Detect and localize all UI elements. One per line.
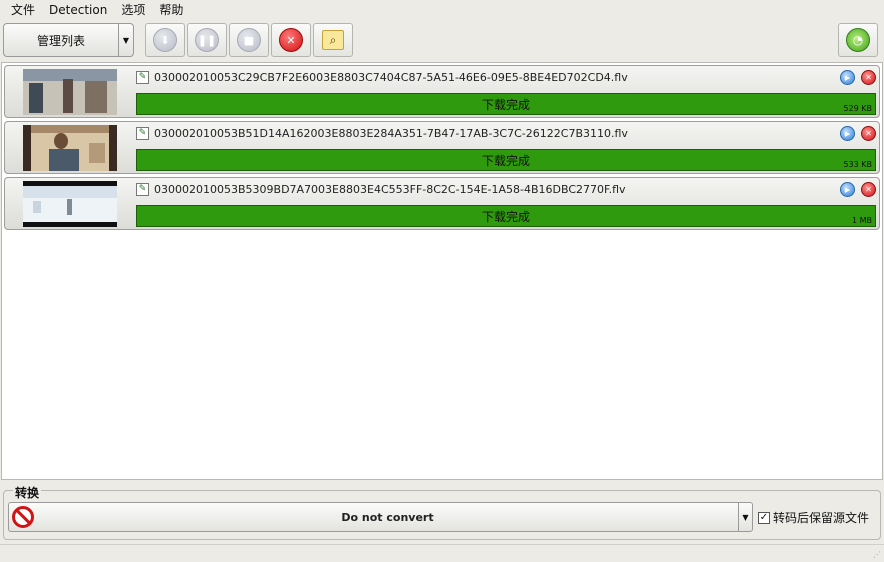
edit-icon[interactable]: ✎ — [136, 71, 149, 84]
file-name: 030002010053C29CB7F2E6003E8803C7404C87-5… — [154, 71, 628, 84]
search-button[interactable]: ⌕ — [313, 23, 353, 57]
stop-button[interactable]: ■ — [229, 23, 269, 57]
video-thumbnail — [23, 69, 117, 115]
pause-icon: ❚❚ — [195, 28, 219, 52]
download-row[interactable]: ✎ 030002010053B5309BD7A7003E8803E4C553FF… — [4, 177, 880, 230]
keep-source-checkbox[interactable]: ✓ — [758, 511, 770, 524]
menu-options[interactable]: 选项 — [114, 0, 152, 20]
remove-icon[interactable]: ✕ — [861, 126, 876, 141]
stop-icon: ■ — [237, 28, 261, 52]
pause-button[interactable]: ❚❚ — [187, 23, 227, 57]
progress-bar: 下载完成 533 KB — [136, 149, 876, 171]
chevron-down-icon[interactable]: ▼ — [738, 503, 752, 531]
progress-status: 下载完成 — [481, 153, 530, 168]
keep-source-option[interactable]: ✓ 转码后保留源文件 — [758, 509, 869, 526]
play-icon[interactable]: ▶ — [840, 126, 855, 141]
menu-bar: 文件 Detection 选项 帮助 — [0, 0, 884, 20]
play-icon[interactable]: ▶ — [840, 182, 855, 197]
download-icon: ⬇ — [153, 28, 177, 52]
convert-title: 转换 — [13, 484, 42, 501]
progress-status: 下载完成 — [481, 209, 530, 224]
status-bar: ⋰ — [0, 544, 884, 562]
download-row[interactable]: ✎ 030002010053B51D14A162003E8803E284A351… — [4, 121, 880, 174]
remove-icon[interactable]: ✕ — [861, 182, 876, 197]
list-management-combo[interactable]: 管理列表 ▼ — [3, 23, 134, 57]
file-size: 529 KB — [843, 104, 872, 113]
menu-detection[interactable]: Detection — [42, 0, 114, 20]
download-button[interactable]: ⬇ — [145, 23, 185, 57]
file-size: 1 MB — [851, 216, 872, 225]
video-thumbnail — [23, 125, 117, 171]
no-convert-icon — [9, 503, 37, 531]
resize-grip-icon[interactable]: ⋰ — [871, 550, 881, 560]
delete-button[interactable]: ✕ — [271, 23, 311, 57]
progress-status: 下载完成 — [481, 97, 530, 112]
delete-icon: ✕ — [279, 28, 303, 52]
download-list: ✎ 030002010053C29CB7F2E6003E8803C7404C87… — [1, 62, 883, 480]
play-icon[interactable]: ▶ — [840, 70, 855, 85]
file-name: 030002010053B51D14A162003E8803E284A351-7… — [154, 127, 628, 140]
file-name: 030002010053B5309BD7A7003E8803E4C553FF-8… — [154, 183, 626, 196]
radar-icon: ◔ — [846, 28, 870, 52]
convert-group: 转换 Do not convert ▼ ✓ 转码后保留源文件 — [3, 484, 881, 540]
list-management-label: 管理列表 — [4, 24, 119, 56]
download-row[interactable]: ✎ 030002010053C29CB7F2E6003E8803C7404C87… — [4, 65, 880, 118]
remove-icon[interactable]: ✕ — [861, 70, 876, 85]
menu-file[interactable]: 文件 — [4, 0, 42, 20]
radar-button[interactable]: ◔ — [838, 23, 878, 57]
progress-bar: 下载完成 1 MB — [136, 205, 876, 227]
keep-source-label: 转码后保留源文件 — [773, 511, 870, 525]
file-size: 533 KB — [843, 160, 872, 169]
chevron-down-icon[interactable]: ▼ — [119, 24, 133, 56]
progress-bar: 下载完成 529 KB — [136, 93, 876, 115]
video-thumbnail — [23, 181, 117, 227]
search-icon: ⌕ — [322, 30, 344, 50]
toolbar: 管理列表 ▼ ⬇ ❚❚ ■ ✕ ⌕ ◔ — [0, 21, 884, 61]
convert-format-value: Do not convert — [341, 510, 434, 524]
convert-format-select[interactable]: Do not convert ▼ — [8, 502, 753, 532]
menu-help[interactable]: 帮助 — [152, 0, 190, 20]
edit-icon[interactable]: ✎ — [136, 127, 149, 140]
edit-icon[interactable]: ✎ — [136, 183, 149, 196]
